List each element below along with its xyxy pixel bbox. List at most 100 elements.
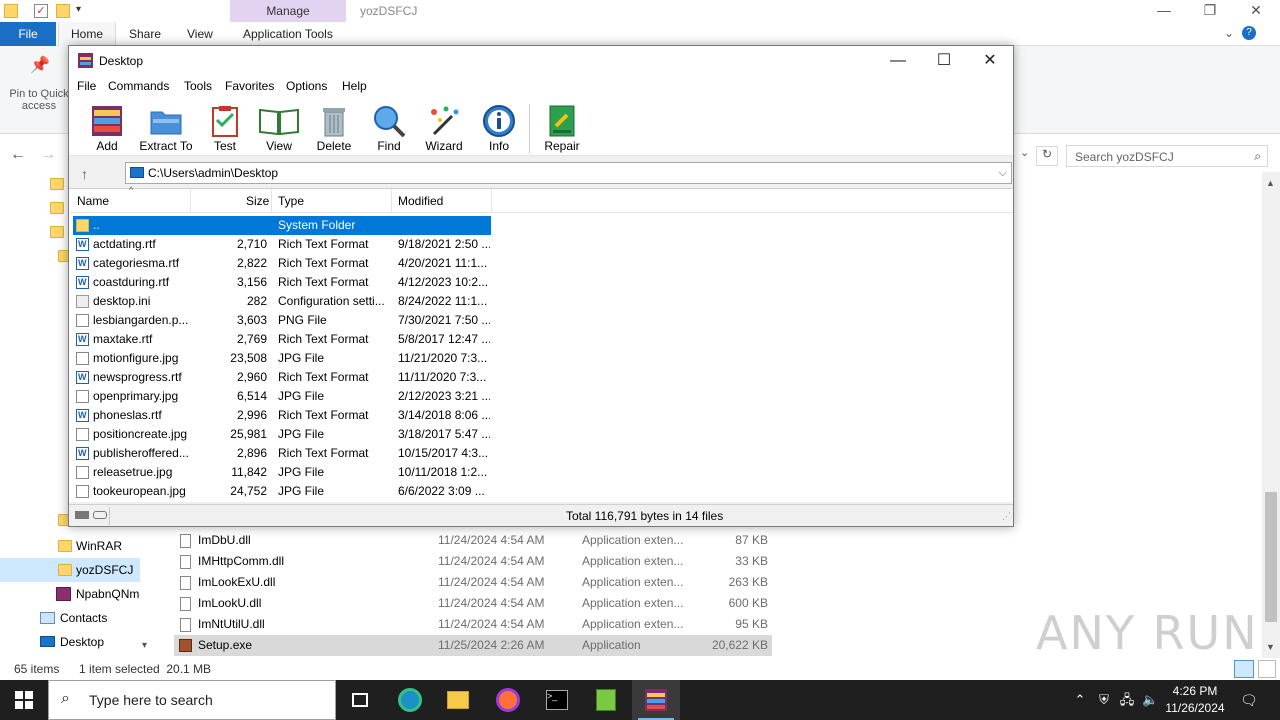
file-row[interactable]: ImNtUtilU.dll 11/24/2024 4:54 AM Applica… — [174, 614, 772, 635]
list-row[interactable]: actdating.rtf 2,710 Rich Text Format 9/1… — [73, 235, 491, 254]
menu-file[interactable]: File — [77, 79, 96, 93]
column-modified[interactable]: Modified — [398, 194, 443, 208]
taskbar-file-explorer[interactable] — [434, 680, 482, 720]
menu-options[interactable]: Options — [286, 79, 327, 93]
tab-home[interactable]: Home — [58, 22, 117, 46]
nav-item-yozdsfcj[interactable]: yozDSFCJ — [0, 558, 140, 582]
winrar-maximize-button[interactable]: ☐ — [921, 46, 967, 76]
system-clock[interactable]: 4:26 PM 11/26/2024 — [1160, 683, 1230, 717]
list-row[interactable]: desktop.ini 282 Configuration setti... 8… — [73, 292, 491, 311]
expand-ribbon-icon[interactable]: ⌄ — [1224, 26, 1234, 40]
scroll-down-icon[interactable]: ▼ — [1266, 642, 1275, 652]
up-arrow-icon[interactable]: ↑ — [81, 166, 88, 182]
view-button[interactable]: View — [251, 100, 307, 154]
list-row[interactable]: phoneslas.rtf 2,996 Rich Text Format 3/1… — [73, 406, 491, 425]
nav-item-contacts[interactable]: Contacts — [0, 606, 140, 630]
network-icon[interactable]: 🖧 — [1119, 692, 1135, 708]
list-row[interactable]: maxtake.rtf 2,769 Rich Text Format 5/8/2… — [73, 330, 491, 349]
scroll-up-icon[interactable]: ▲ — [1266, 178, 1275, 188]
menu-help[interactable]: Help — [342, 79, 367, 93]
tab-view[interactable]: View — [175, 22, 225, 46]
details-view-icon[interactable] — [1234, 660, 1254, 678]
file-row-selected[interactable]: Setup.exe 11/25/2024 2:26 AM Application… — [174, 635, 772, 656]
menu-favorites[interactable]: Favorites — [225, 79, 274, 93]
list-row[interactable]: newsprogress.rtf 2,960 Rich Text Format … — [73, 368, 491, 387]
new-folder-icon[interactable] — [56, 4, 70, 18]
key-icon[interactable] — [93, 511, 107, 519]
column-divider[interactable] — [491, 189, 492, 213]
explorer-minimize-button[interactable]: — — [1141, 0, 1187, 22]
scroll-thumb[interactable] — [1265, 492, 1277, 622]
manage-context-tab[interactable]: Manage — [230, 0, 346, 22]
tab-application-tools[interactable]: Application Tools — [231, 22, 345, 46]
info-button[interactable]: Info — [471, 100, 527, 154]
scroll-down-icon[interactable]: ▾ — [142, 640, 147, 651]
taskbar-edge[interactable] — [386, 680, 434, 720]
delete-button[interactable]: Delete — [306, 100, 362, 154]
drive-icon[interactable] — [75, 511, 89, 519]
column-divider[interactable] — [190, 189, 191, 213]
tab-share[interactable]: Share — [117, 22, 173, 46]
file-list-scrollbar[interactable]: ▲ ▼ — [1262, 172, 1280, 658]
back-arrow-icon[interactable]: ← — [10, 146, 26, 164]
refresh-icon[interactable]: ↻ — [1036, 146, 1058, 166]
list-row[interactable]: releasetrue.jpg 11,842 JPG File 10/11/20… — [73, 463, 491, 482]
address-dropdown-icon[interactable]: ⌄ — [1020, 146, 1029, 159]
extract-to-button[interactable]: Extract To — [138, 100, 194, 154]
taskbar-firefox[interactable] — [484, 680, 532, 720]
list-row[interactable]: motionfigure.jpg 23,508 JPG File 11/21/2… — [73, 349, 491, 368]
explorer-search-input[interactable]: Search yozDSFCJ ⌕ — [1066, 145, 1268, 167]
show-hidden-icons-icon[interactable]: ⌃ — [1072, 692, 1088, 708]
start-button[interactable] — [0, 680, 48, 720]
list-row-parent-folder[interactable]: .. System Folder — [73, 216, 491, 235]
qat-dropdown-icon[interactable]: ▾ — [76, 4, 90, 18]
notification-center-icon[interactable]: 🗨 — [1240, 692, 1258, 708]
add-button[interactable]: Add — [79, 100, 135, 154]
taskbar-notepad[interactable] — [582, 680, 630, 720]
file-row[interactable]: ImLookU.dll 11/24/2024 4:54 AM Applicati… — [174, 593, 772, 614]
task-view-button[interactable] — [336, 680, 384, 720]
pin-to-quick-access-button[interactable]: 📌 Pin to Quick access — [6, 58, 72, 113]
list-row[interactable]: publisheroffered... 2,896 Rich Text Form… — [73, 444, 491, 463]
column-size[interactable]: Size — [246, 194, 269, 208]
column-name[interactable]: Name — [77, 194, 109, 208]
large-icons-view-icon[interactable] — [1258, 660, 1276, 678]
explorer-close-button[interactable]: ✕ — [1233, 0, 1279, 22]
list-row[interactable]: categoriesma.rtf 2,822 Rich Text Format … — [73, 254, 491, 273]
list-row[interactable]: openprimary.jpg 6,514 JPG File 2/12/2023… — [73, 387, 491, 406]
taskbar-winrar[interactable] — [632, 680, 680, 720]
properties-icon[interactable]: ✓ — [34, 4, 48, 18]
list-row[interactable]: lesbiangarden.p... 3,603 PNG File 7/30/2… — [73, 311, 491, 330]
resize-grip-icon[interactable]: ⋰ — [1002, 511, 1011, 522]
list-row[interactable]: tookeuropean.jpg 24,752 JPG File 6/6/202… — [73, 482, 491, 501]
chevron-down-icon[interactable]: ⌵ — [999, 163, 1007, 183]
list-row[interactable]: coastduring.rtf 3,156 Rich Text Format 4… — [73, 273, 491, 292]
column-type[interactable]: Type — [278, 194, 304, 208]
file-row[interactable]: ImDbU.dll 11/24/2024 4:54 AM Application… — [174, 530, 772, 551]
volume-icon[interactable]: 🔈 — [1142, 692, 1158, 708]
test-button[interactable]: Test — [197, 100, 253, 154]
wizard-button[interactable]: Wizard — [416, 100, 472, 154]
nav-item-desktop[interactable]: Desktop — [0, 630, 140, 654]
repair-button[interactable]: Repair — [534, 100, 590, 154]
menu-commands[interactable]: Commands — [108, 79, 169, 93]
column-divider[interactable] — [271, 189, 272, 213]
winrar-close-button[interactable]: ✕ — [967, 46, 1013, 76]
help-icon[interactable]: ? — [1242, 26, 1256, 40]
taskbar-search-box[interactable]: ⌕ Type here to search — [48, 680, 336, 720]
winrar-minimize-button[interactable]: — — [875, 46, 921, 76]
file-row[interactable]: ImLookExU.dll 11/24/2024 4:54 AM Applica… — [174, 572, 772, 593]
explorer-restore-button[interactable]: ❐ — [1187, 0, 1233, 22]
menu-tools[interactable]: Tools — [184, 79, 212, 93]
tab-file[interactable]: File — [0, 22, 56, 46]
security-icon[interactable]: ⛨ — [1096, 692, 1112, 708]
column-divider[interactable] — [391, 189, 392, 213]
list-row[interactable]: positioncreate.jpg 25,981 JPG File 3/18/… — [73, 425, 491, 444]
taskbar-cmd[interactable]: >_ — [533, 680, 581, 720]
find-button[interactable]: Find — [361, 100, 417, 154]
path-combobox[interactable]: C:\Users\admin\Desktop ⌵ — [125, 162, 1012, 184]
nav-item-npabnqnm[interactable]: NpabnQNm — [0, 582, 140, 606]
forward-arrow-icon[interactable]: → — [40, 146, 56, 164]
nav-item-winrar[interactable]: WinRAR — [0, 534, 140, 558]
file-row[interactable]: IMHttpComm.dll 11/24/2024 4:54 AM Applic… — [174, 551, 772, 572]
